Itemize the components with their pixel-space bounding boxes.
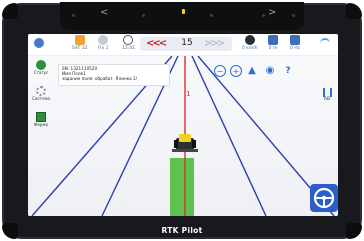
screen: 1 SAT 32 Fix 1 12:41 <<< 15 >>> 0 km/h 0… (28, 34, 338, 216)
corner-bumper-bottom-right (346, 223, 362, 239)
farm-button[interactable]: Ферма (31, 112, 51, 127)
help-button[interactable]: ? (282, 65, 294, 77)
corner-bumper-bottom-left (2, 223, 18, 239)
distance-value: 0 m (268, 46, 278, 51)
wifi-status[interactable] (320, 38, 330, 44)
area-icon (290, 35, 301, 45)
device-brand-label: RTK Pilot (161, 226, 203, 235)
gps-satellites[interactable]: SAT 32 (72, 35, 88, 51)
clock: 12:41 (122, 35, 135, 51)
fix-status: Fix 1 (98, 46, 109, 51)
home-icon (34, 38, 44, 48)
home-button[interactable] (34, 38, 44, 49)
wifi-icon (320, 38, 330, 44)
zoom-in-button[interactable]: + (230, 65, 242, 77)
gps-fix[interactable]: Fix 1 (98, 35, 108, 51)
gears-icon (36, 86, 46, 96)
hardware-forward-button[interactable]: > (268, 7, 276, 18)
power-indicator-light (182, 9, 185, 14)
map-toolbar: − + ▲ ◉ ? (214, 65, 304, 79)
steering-wheel-icon (313, 187, 335, 209)
previous-line-chevrons[interactable]: <<< (146, 38, 167, 49)
area-value: 0 Hz (290, 46, 301, 51)
hardware-back-button[interactable]: < (100, 7, 108, 18)
autosteer-button[interactable] (310, 184, 338, 212)
ab-line-button[interactable]: AB (320, 88, 334, 102)
status-bar: SAT 32 Fix 1 12:41 <<< 15 >>> 0 km/h 0 m… (28, 34, 338, 56)
farm-label: Ферма (34, 122, 48, 127)
target-icon[interactable]: ◉ (264, 65, 276, 77)
gps-fix-icon (98, 35, 109, 45)
distance-icon (268, 35, 278, 45)
tractor-icon (172, 134, 198, 152)
line-number: 15 (181, 38, 193, 48)
left-panel: Статус Система Ферма (28, 58, 54, 148)
indicator-dot (292, 14, 295, 17)
job-name: задание поле: обрабат. Ялинка 1/ (62, 76, 138, 81)
system-button[interactable]: Система (31, 86, 51, 101)
coverage-area (170, 158, 194, 216)
system-label: Система (32, 96, 50, 101)
indicator-dot (210, 14, 213, 17)
status-label: Статус (33, 70, 49, 75)
speed-value: 0 km/h (242, 46, 258, 51)
satellite-count: SAT 32 (72, 46, 88, 51)
time-value: 12:41 (122, 46, 135, 51)
status-icon (36, 60, 46, 70)
next-line-chevrons[interactable]: >>> (204, 38, 225, 49)
clock-icon (123, 35, 134, 45)
ab-label: AB (323, 97, 331, 102)
distance-readout: 0 m (268, 35, 278, 51)
north-arrow-icon[interactable]: ▲ (246, 65, 258, 77)
area-readout: 0 Hz (290, 35, 300, 51)
zoom-out-button[interactable]: − (214, 65, 226, 77)
speed-readout: 0 km/h (242, 35, 258, 51)
corner-bumper-top-left (2, 3, 18, 19)
corner-bumper-top-right (346, 3, 362, 19)
indicator-dot (262, 14, 265, 17)
hardware-button-bar: < > (60, 2, 304, 30)
indicator-dot (142, 14, 145, 17)
line-selector[interactable]: <<< 15 >>> (140, 37, 232, 51)
indicator-dot (72, 14, 75, 17)
satellite-icon (74, 35, 85, 45)
ab-line-icon (322, 88, 332, 97)
status-button[interactable]: Статус (31, 60, 51, 75)
field-info-box: SN: 1321110520 Имя Поле1 задание поле: о… (58, 64, 170, 86)
guide-line-right-1 (191, 55, 267, 216)
line-marker-label: 1 (186, 90, 190, 98)
speed-icon (244, 35, 255, 45)
field-icon (36, 112, 46, 122)
